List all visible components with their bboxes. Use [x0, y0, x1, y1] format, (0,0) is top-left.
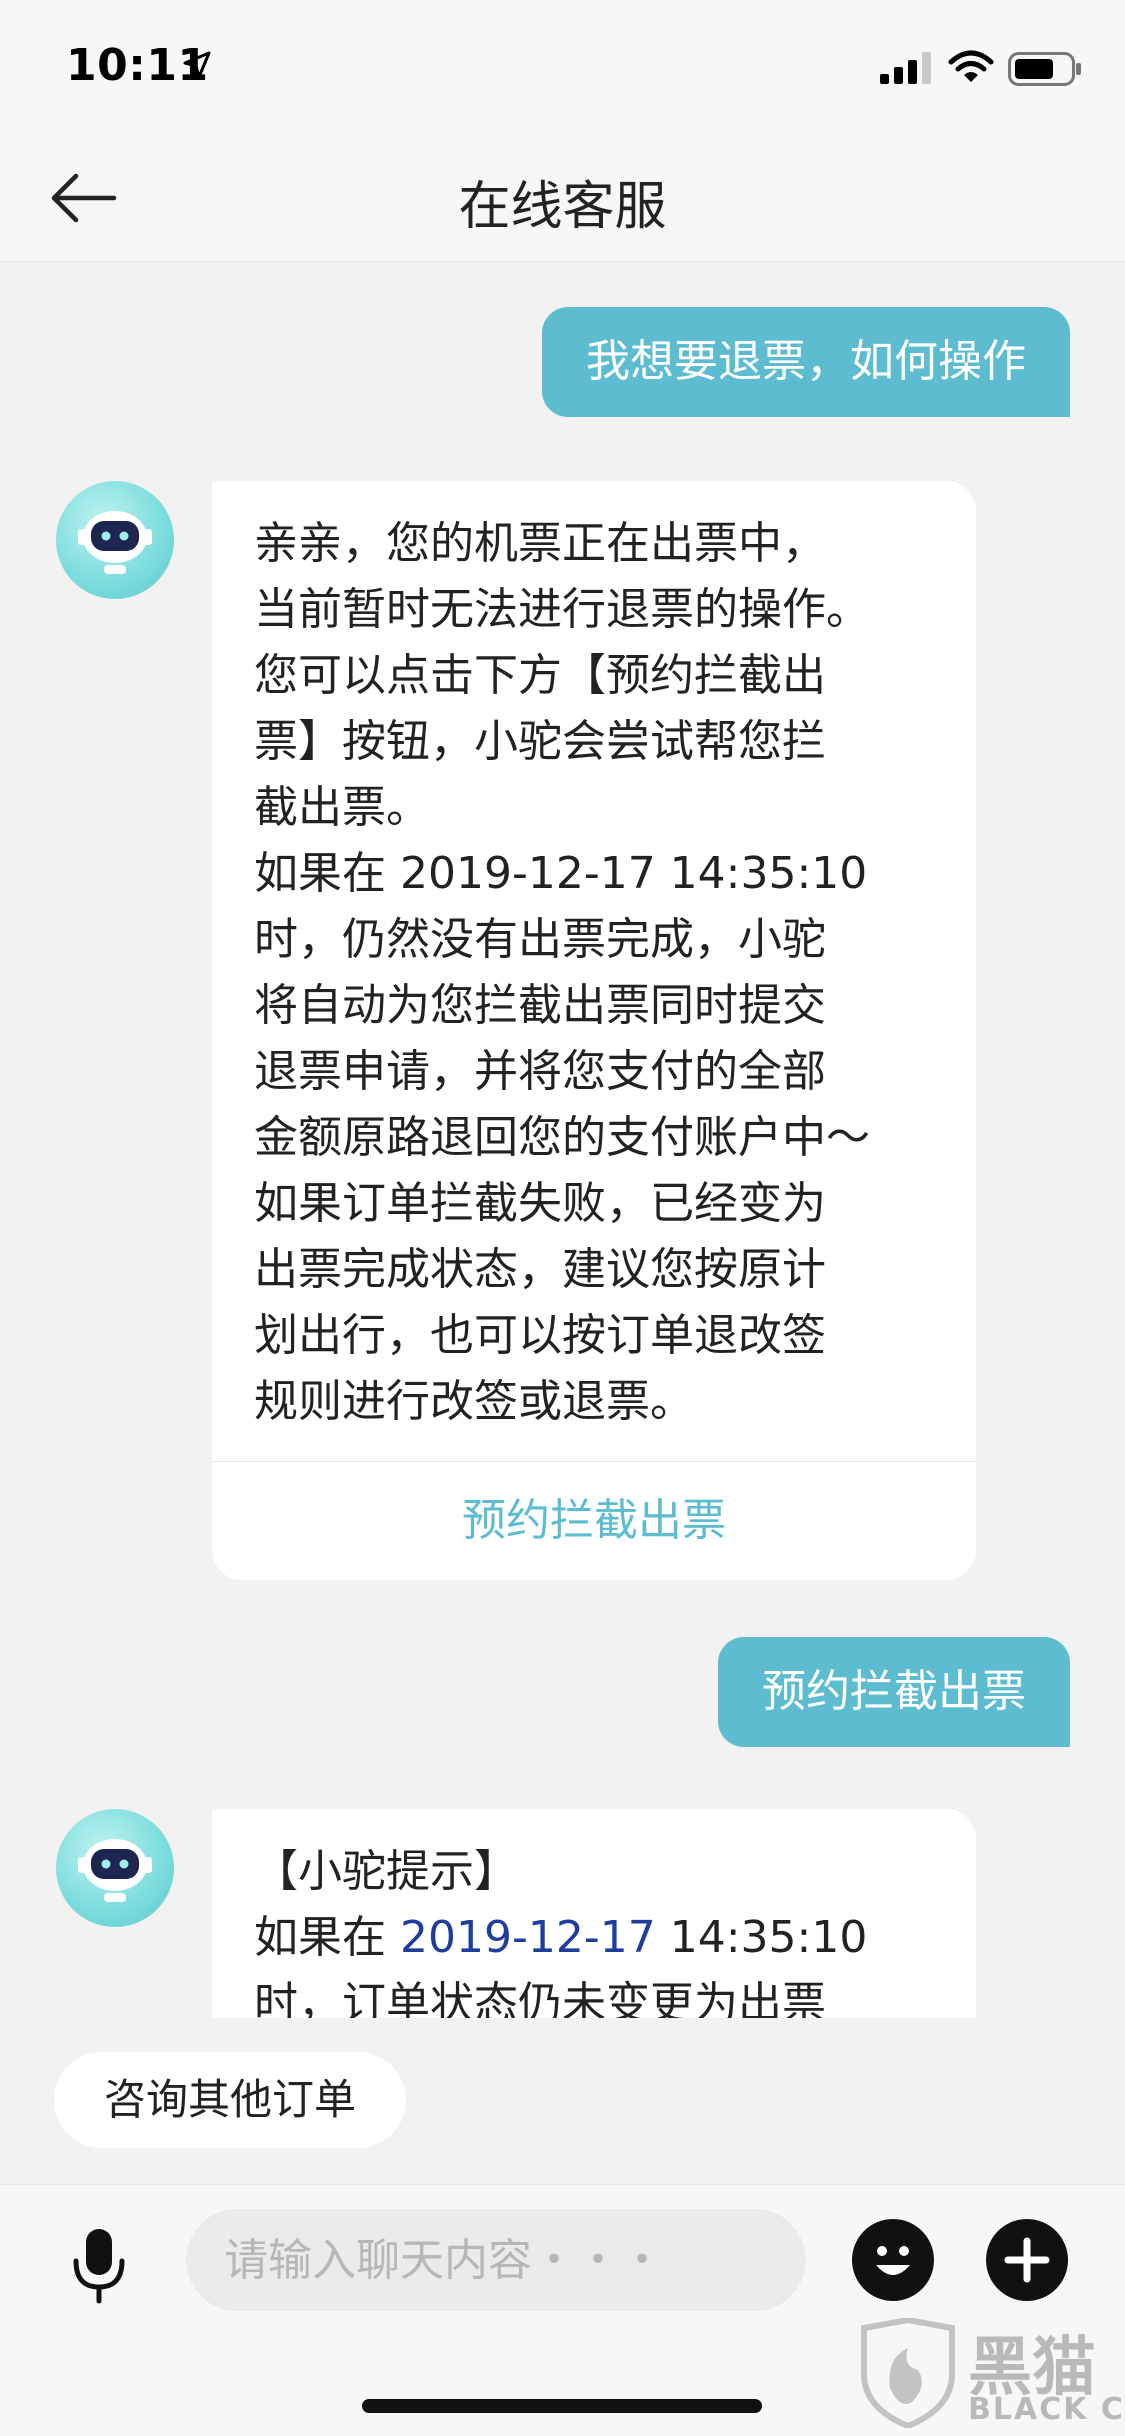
bot-message-text: 【小驼提示】 如果在 2019-12-17 14:35:10 时，订单状态仍未变…	[212, 1809, 976, 2018]
wifi-icon	[948, 50, 994, 82]
plus-icon	[1004, 2237, 1050, 2283]
bot-message-line: 划出行，也可以按订单退改签	[254, 1310, 826, 1361]
bot-message-line: 时，订单状态仍未变更为出票	[254, 1978, 826, 2018]
bot-message-line: 截出票。	[254, 782, 430, 833]
chat-message-list[interactable]: 我想要退票，如何操作 亲亲，您的机票正在出票中， 当前暂时无法进行退票的操作。 …	[0, 263, 1125, 2018]
bot-message-line: 【小驼提示】	[254, 1846, 518, 1897]
bot-message-line: 退票申请，并将您支付的全部	[254, 1046, 826, 1097]
quick-reply-other-orders[interactable]: 咨询其他订单	[54, 2052, 407, 2148]
bot-message-line: 如果在 2019-12-17 14:35:10	[254, 1905, 932, 1971]
bot-message-line: 亲亲，您的机票正在出票中，	[254, 518, 826, 569]
status-bar: 10:11	[0, 0, 1125, 134]
user-message-bubble: 我想要退票，如何操作	[542, 307, 1070, 417]
smiley-icon	[876, 2246, 910, 2275]
page-title: 在线客服	[458, 177, 667, 237]
bot-avatar	[56, 1809, 174, 1927]
bot-message-text: 亲亲，您的机票正在出票中， 当前暂时无法进行退票的操作。 您可以点击下方【预约拦…	[212, 481, 976, 1461]
bot-avatar	[56, 481, 174, 599]
bot-message-line: 金额原路退回您的支付账户中～	[254, 1112, 870, 1163]
microphone-icon[interactable]	[64, 2225, 134, 2305]
bot-message-bubble: 亲亲，您的机票正在出票中， 当前暂时无法进行退票的操作。 您可以点击下方【预约拦…	[212, 481, 976, 1580]
bot-message-text-fragment: 如果在	[254, 1912, 400, 1963]
bot-message-line: 将自动为您拦截出票同时提交	[254, 980, 826, 1031]
bot-message-bubble: 【小驼提示】 如果在 2019-12-17 14:35:10 时，订单状态仍未变…	[212, 1809, 976, 2018]
bot-message-line: 出票完成状态，建议您按原计	[254, 1244, 826, 1295]
date-link[interactable]: 2019-12-17	[400, 1912, 656, 1963]
battery-icon	[1008, 52, 1081, 86]
watermark: 黑猫 BLACK CAT	[850, 2312, 1125, 2432]
more-button[interactable]	[986, 2219, 1068, 2301]
bot-message-text-fragment: 14:35:10	[655, 1912, 868, 1963]
bot-message-line: 如果订单拦截失败，已经变为	[254, 1178, 826, 1229]
bot-message-line: 票】按钮，小驼会尝试帮您拦	[254, 716, 826, 767]
home-indicator[interactable]	[362, 2399, 762, 2413]
bot-message-line: 规则进行改签或退票。	[254, 1376, 694, 1427]
bot-message-line: 如果在 2019-12-17 14:35:10	[254, 848, 868, 899]
location-arrow-icon	[183, 51, 211, 79]
emoji-button[interactable]	[852, 2219, 934, 2301]
chat-input[interactable]	[186, 2209, 806, 2311]
robot-icon	[78, 1839, 152, 1902]
bot-message-line: 时，仍然没有出票完成，小驼	[254, 914, 826, 965]
bot-message-line: 当前暂时无法进行退票的操作。	[254, 584, 870, 635]
reserve-intercept-button[interactable]: 预约拦截出票	[212, 1462, 976, 1580]
robot-icon	[78, 511, 152, 574]
bot-message-line: 您可以点击下方【预约拦截出	[254, 650, 826, 701]
nav-bar: 在线客服	[0, 134, 1125, 262]
black-cat-logo-icon	[861, 2318, 955, 2428]
user-message-bubble: 预约拦截出票	[718, 1637, 1070, 1747]
watermark-subtitle: BLACK CAT	[968, 2392, 1125, 2427]
cellular-signal-icon	[880, 52, 931, 84]
